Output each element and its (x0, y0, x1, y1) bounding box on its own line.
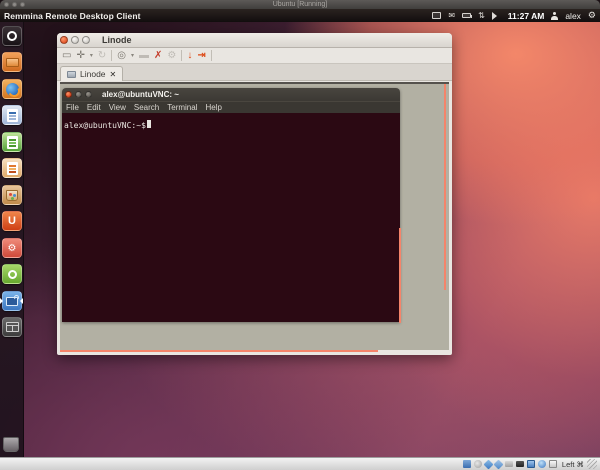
vbox-status-icons: Left ⌘ (463, 459, 597, 469)
firefox-icon[interactable] (2, 79, 22, 99)
toolbar-separator (111, 50, 112, 61)
shared-folders-icon[interactable] (505, 461, 513, 467)
vbox-statusbar: Left ⌘ (0, 457, 600, 470)
disconnect-icon[interactable]: ⇥ (197, 49, 205, 63)
features-icon[interactable] (538, 460, 546, 468)
minimize-to-tray-icon[interactable]: ↓ (187, 49, 192, 63)
running-indicator-arrow (0, 298, 6, 304)
messaging-menu-icon[interactable]: ✉ (448, 9, 455, 22)
zoom-dropdown-caret[interactable]: ▾ (131, 52, 134, 59)
vnc-artifact-line (399, 228, 401, 323)
ubuntu-top-panel: Remmina Remote Desktop Client ✉ ⇅ 11:27 … (0, 9, 600, 22)
vnc-artifact-line (444, 84, 446, 290)
network-icon[interactable] (483, 459, 493, 469)
menu-terminal[interactable]: Terminal (167, 103, 197, 112)
clock[interactable]: 11:27 AM (508, 11, 545, 21)
remmina-applet-icon[interactable] (432, 9, 441, 22)
display-icon[interactable] (516, 461, 524, 467)
window-maximize-button[interactable] (82, 36, 90, 44)
user-icon (551, 9, 558, 22)
fit-dropdown-caret[interactable]: ▾ (90, 52, 93, 59)
switch-mode-icon[interactable]: ↻ (98, 49, 106, 63)
toolbar-separator (181, 50, 182, 61)
menu-help[interactable]: Help (205, 103, 221, 112)
ubuntu-software-icon[interactable] (2, 264, 22, 284)
vm-window-titlebar: Ubuntu [Running] (0, 0, 600, 9)
shell-prompt: alex@ubuntuVNC:~$ (64, 121, 146, 130)
usb-icon[interactable] (493, 459, 503, 469)
remmina-titlebar[interactable]: Linode (57, 33, 452, 48)
mouse-integration-icon[interactable] (549, 460, 557, 468)
terminal-cursor (147, 120, 151, 128)
screen: Ubuntu [Running] Remmina Remote Desktop … (0, 0, 600, 470)
libreoffice-calc-icon[interactable] (2, 132, 22, 152)
unity-launcher: U ⚙ (0, 22, 24, 457)
terminal-minimize-button[interactable] (75, 91, 82, 98)
software-center-icon[interactable] (2, 185, 22, 205)
vm-window-title: Ubuntu [Running] (0, 0, 600, 9)
screenshot-tool-icon[interactable] (2, 317, 22, 337)
remmina-toolbar: ▭ ✛ ▾ ↻ ◎ ▾ ▬ ✗ ⚙ ↓ ⇥ (57, 48, 452, 64)
menu-file[interactable]: File (66, 103, 79, 112)
home-folder-icon[interactable] (2, 52, 22, 72)
focused-indicator-arrow (17, 298, 23, 304)
terminal-menubar: File Edit View Search Terminal Help (62, 101, 400, 113)
tab-monitor-icon (67, 71, 76, 78)
fit-window-icon[interactable]: ✛ (76, 49, 84, 63)
ubuntu-one-icon[interactable]: U (2, 211, 22, 231)
trash-icon[interactable] (3, 437, 19, 452)
active-app-title[interactable]: Remmina Remote Desktop Client (4, 11, 141, 21)
volume-icon[interactable] (492, 9, 501, 22)
remote-terminal-window[interactable]: alex@ubuntuVNC: ~ File Edit View Search … (62, 88, 400, 322)
remmina-tabbar: Linode ✕ (57, 64, 452, 81)
menu-view[interactable]: View (109, 103, 126, 112)
battery-icon[interactable] (462, 9, 471, 22)
vnc-viewport[interactable]: alex@ubuntuVNC: ~ File Edit View Search … (60, 82, 449, 350)
zoom-icon[interactable]: ◎ (117, 49, 126, 63)
libreoffice-writer-icon[interactable] (2, 105, 22, 125)
terminal-body[interactable]: alex@ubuntuVNC:~$ (62, 113, 400, 322)
preferences-icon[interactable]: ⚙ (167, 49, 176, 63)
vnc-artifact-line (60, 350, 378, 352)
connection-tab[interactable]: Linode ✕ (60, 66, 123, 81)
hard-disk-icon[interactable] (463, 460, 471, 468)
menu-search[interactable]: Search (134, 103, 159, 112)
keyboard-grab-icon[interactable]: ▬ (139, 49, 149, 63)
tools-icon[interactable]: ✗ (154, 49, 162, 63)
window-close-button[interactable] (60, 36, 68, 44)
window-minimize-button[interactable] (71, 36, 79, 44)
host-key-label: Left ⌘ (562, 460, 584, 469)
tab-close-icon[interactable]: ✕ (110, 70, 117, 79)
terminal-title: alex@ubuntuVNC: ~ (102, 90, 179, 99)
terminal-close-button[interactable] (65, 91, 72, 98)
tab-label[interactable]: Linode (80, 69, 106, 79)
remmina-window: Linode ▭ ✛ ▾ ↻ ◎ ▾ ▬ ✗ ⚙ ↓ ⇥ Linode ✕ (57, 33, 452, 355)
window-title: Linode (102, 35, 132, 45)
optical-disc-icon[interactable] (474, 460, 482, 468)
indicator-area: ✉ ⇅ 11:27 AM alex ⚙ (432, 9, 596, 22)
libreoffice-impress-icon[interactable] (2, 158, 22, 178)
dash-home-icon[interactable] (2, 26, 22, 46)
terminal-maximize-button[interactable] (85, 91, 92, 98)
resize-grip[interactable] (587, 459, 597, 469)
toolbar-separator (211, 50, 212, 61)
system-settings-icon[interactable]: ⚙ (2, 238, 22, 258)
terminal-titlebar[interactable]: alex@ubuntuVNC: ~ (62, 88, 400, 101)
video-capture-icon[interactable] (527, 460, 535, 468)
menu-edit[interactable]: Edit (87, 103, 101, 112)
fullscreen-toggle-icon[interactable]: ▭ (62, 49, 71, 63)
user-menu[interactable]: alex (565, 11, 581, 21)
session-gear-icon[interactable]: ⚙ (588, 10, 596, 21)
network-icon[interactable]: ⇅ (478, 9, 485, 22)
